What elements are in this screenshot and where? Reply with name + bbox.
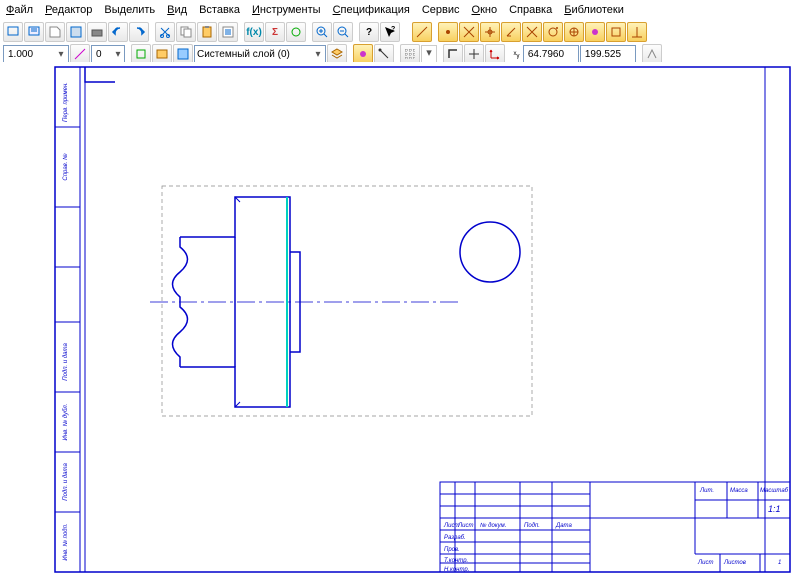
svg-text:Подп. и дата: Подп. и дата: [63, 343, 69, 381]
btn-grid[interactable]: [400, 44, 420, 64]
menu-edit[interactable]: Редактор: [45, 4, 92, 16]
tb-sheets-n: 1: [778, 560, 781, 566]
tb-scale-val: 1:1: [768, 504, 781, 514]
dropdown-icon[interactable]: ▾: [421, 45, 437, 63]
svg-text:?: ?: [391, 26, 395, 33]
coord-x-field[interactable]: [523, 45, 579, 63]
btn-tb1-1[interactable]: [3, 22, 23, 42]
coord-x-input[interactable]: [526, 48, 576, 61]
menu-file[interactable]: Файл: [6, 4, 33, 16]
btn-r2-7[interactable]: [374, 44, 394, 64]
layer-field[interactable]: Системный слой (0)▾: [194, 45, 326, 63]
btn-tb1-2[interactable]: [24, 22, 44, 42]
btn-zoom-in[interactable]: [312, 22, 332, 42]
tb-sheet: Лист: [697, 560, 713, 566]
btn-r2-10[interactable]: [464, 44, 484, 64]
scale-field[interactable]: ▾: [3, 45, 69, 63]
dropdown-icon[interactable]: ▾: [56, 49, 66, 60]
svg-text:Инв. № подп.: Инв. № подп.: [62, 523, 69, 560]
btn-tb1-4[interactable]: [66, 22, 86, 42]
coord-label-icon: ˣᵧ: [511, 49, 522, 59]
btn-undo[interactable]: [108, 22, 128, 42]
btn-r2-1[interactable]: [70, 44, 90, 64]
step-input[interactable]: [94, 48, 114, 61]
btn-snap-4[interactable]: [480, 22, 500, 42]
btn-snap-1[interactable]: [412, 22, 432, 42]
tb-row-tcontr: Т.контр.: [444, 558, 468, 564]
btn-r2-6[interactable]: [353, 44, 373, 64]
btn-r2-4[interactable]: [173, 44, 193, 64]
btn-snap-10[interactable]: [606, 22, 626, 42]
btn-tb1-14[interactable]: [286, 22, 306, 42]
btn-snap-2[interactable]: [438, 22, 458, 42]
svg-text:Справ. №: Справ. №: [62, 153, 69, 181]
btn-layers[interactable]: [327, 44, 347, 64]
step-field[interactable]: ▾: [91, 45, 125, 63]
btn-help[interactable]: ?: [359, 22, 379, 42]
btn-vars[interactable]: f(x): [244, 22, 264, 42]
scale-input[interactable]: [6, 48, 56, 61]
dropdown-icon[interactable]: ▾: [114, 49, 122, 60]
tb-mass: Масса: [730, 488, 748, 494]
layer-label: Системный слой (0): [197, 49, 313, 60]
btn-tb1-5[interactable]: [87, 22, 107, 42]
toolbar-row-1: f(x) Σ ? ?: [0, 21, 800, 43]
svg-text:Инв. № дубл.: Инв. № дубл.: [62, 404, 69, 441]
menu-tools[interactable]: Инструменты: [252, 4, 321, 16]
menu-bar: Файл Редактор Выделить Вид Вставка Инстр…: [0, 0, 800, 21]
menu-window[interactable]: Окно: [472, 4, 498, 16]
drawing-canvas[interactable]: Перв. примен. Справ. № Подп. и дата Инв.…: [0, 62, 800, 579]
btn-props[interactable]: [218, 22, 238, 42]
tb-col-izm: Лист: [443, 523, 459, 529]
menu-help[interactable]: Справка: [509, 4, 552, 16]
coord-y-input[interactable]: [583, 48, 633, 61]
menu-insert[interactable]: Вставка: [199, 4, 240, 16]
btn-r2-2[interactable]: [131, 44, 151, 64]
btn-ortho[interactable]: [443, 44, 463, 64]
btn-zoom-out[interactable]: [333, 22, 353, 42]
coord-y-field[interactable]: [580, 45, 636, 63]
btn-redo[interactable]: [129, 22, 149, 42]
tb-lit: Лит.: [699, 488, 714, 494]
menu-select[interactable]: Выделить: [104, 4, 155, 16]
btn-tb1-13[interactable]: Σ: [265, 22, 285, 42]
btn-paste[interactable]: [197, 22, 217, 42]
btn-snap-6[interactable]: [522, 22, 542, 42]
btn-snap-9[interactable]: [585, 22, 605, 42]
svg-text:Подп. и дата: Подп. и дата: [63, 463, 69, 501]
tb-col-list: Лист: [457, 523, 473, 529]
tb-row-ncontr: Н.контр.: [444, 567, 469, 573]
btn-snap-3[interactable]: [459, 22, 479, 42]
btn-snap-5[interactable]: [501, 22, 521, 42]
dropdown-icon[interactable]: ▾: [313, 49, 323, 60]
btn-whatsthis[interactable]: ?: [380, 22, 400, 42]
btn-r2-3[interactable]: [152, 44, 172, 64]
tb-row-dev: Разраб.: [444, 535, 466, 541]
tb-sheets: Листов: [723, 560, 746, 566]
btn-snap-7[interactable]: [543, 22, 563, 42]
menu-view[interactable]: Вид: [167, 4, 187, 16]
btn-lcs[interactable]: [485, 44, 505, 64]
btn-snap-11[interactable]: [627, 22, 647, 42]
tb-scale: Масштаб: [760, 488, 789, 494]
btn-tb1-3[interactable]: [45, 22, 65, 42]
tb-col-sign: Подп.: [524, 523, 540, 529]
tb-col-date: Дата: [555, 523, 572, 529]
menu-service[interactable]: Сервис: [422, 4, 460, 16]
svg-text:Перв. примен.: Перв. примен.: [63, 82, 69, 122]
btn-copy[interactable]: [176, 22, 196, 42]
btn-cut[interactable]: [155, 22, 175, 42]
btn-r2-12[interactable]: [642, 44, 662, 64]
menu-libraries[interactable]: Библиотеки: [564, 4, 624, 16]
tb-col-docnum: № докум.: [480, 522, 506, 529]
btn-snap-8[interactable]: [564, 22, 584, 42]
tb-row-check: Пров.: [444, 547, 460, 553]
menu-specification[interactable]: Спецификация: [333, 4, 410, 16]
